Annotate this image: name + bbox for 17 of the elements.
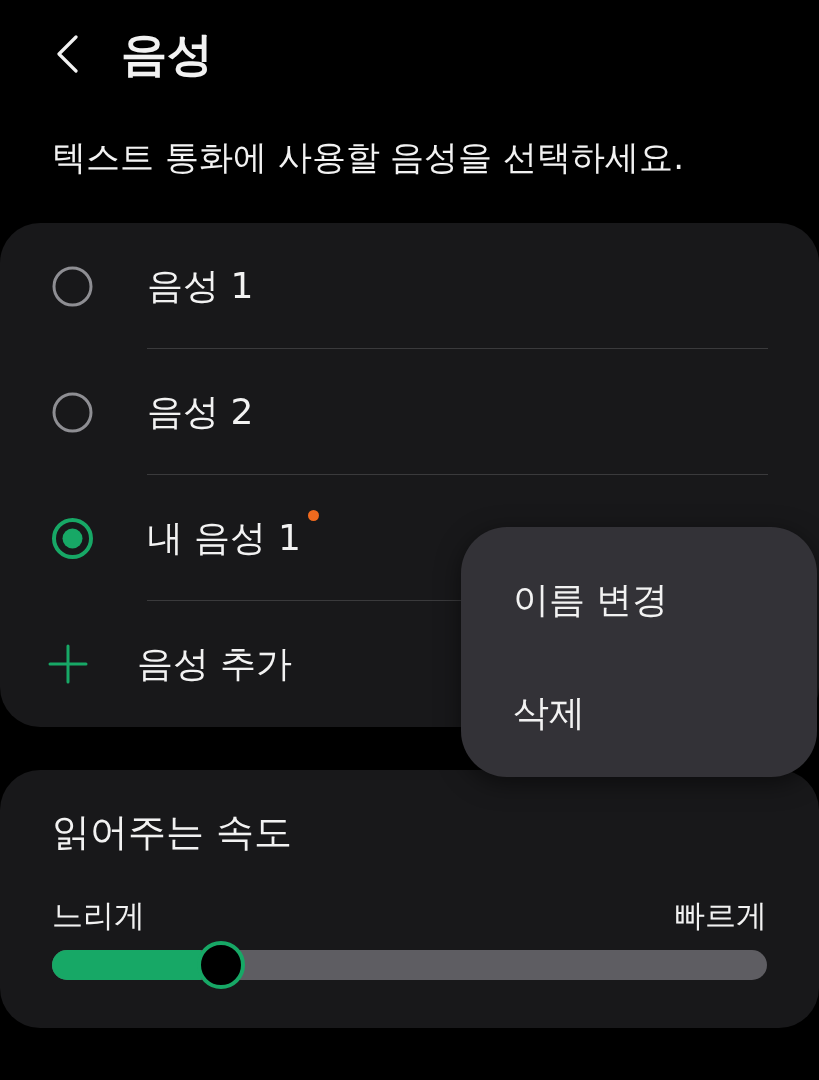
voice-label[interactable]: 내 음성 1 [147,517,301,558]
back-icon[interactable] [55,35,79,73]
slider-track[interactable] [52,940,767,989]
page-title: 음성 [121,31,213,77]
add-icon[interactable] [48,644,88,684]
voice-label[interactable]: 음성 2 [147,391,254,432]
fast-label: 빠르게 [674,897,767,932]
add-voice-label[interactable]: 음성 추가 [137,644,293,684]
radio-icon[interactable] [52,391,93,433]
radio-icon[interactable] [52,517,93,559]
menu-item[interactable]: 이름 변경 [461,543,817,656]
voice-label[interactable]: 음성 1 [147,265,254,306]
radio-icon[interactable] [52,265,93,307]
menu-item[interactable]: 삭제 [461,656,817,769]
speed-title: 읽어주는 속도 [52,812,293,854]
slow-label: 느리게 [52,897,145,932]
description-text: 텍스트 통화에 사용할 음성을 선택하세요. [52,137,685,177]
